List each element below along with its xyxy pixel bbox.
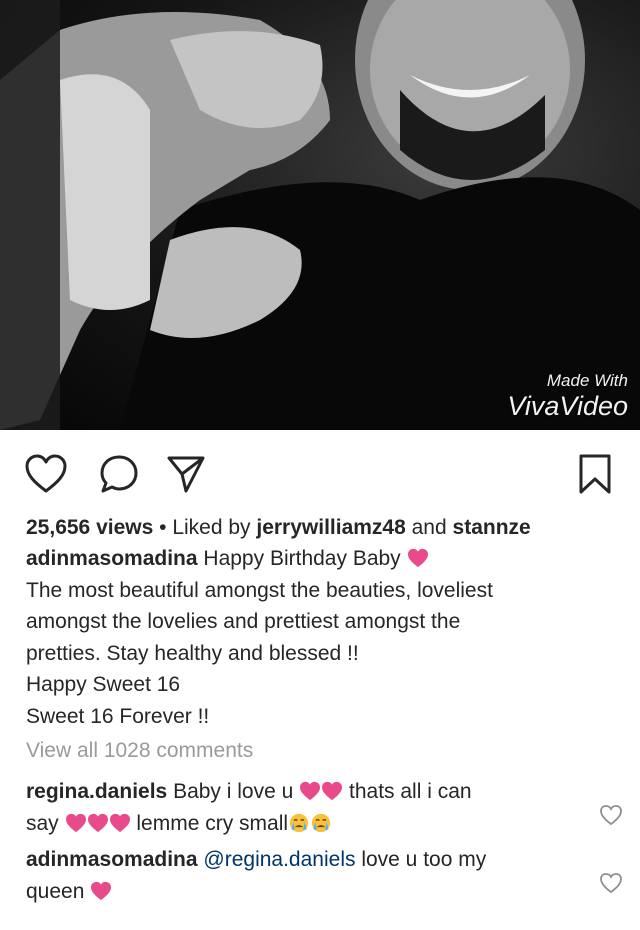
watermark-large-text: VivaVideo xyxy=(507,391,628,421)
liked-user-link[interactable]: jerrywilliamz48 xyxy=(256,516,405,539)
caption-line-5: Happy Sweet 16 xyxy=(26,673,181,696)
action-bar xyxy=(0,440,640,504)
caption-line-2: The most beautiful amongst the beauties,… xyxy=(26,578,493,602)
comment-username[interactable]: adinmasomadina xyxy=(26,848,198,871)
author-username[interactable]: adinmasomadina xyxy=(26,547,198,570)
liked-other-link[interactable]: stannze xyxy=(453,516,531,539)
liked-by-prefix: Liked by xyxy=(172,516,257,539)
comment-item: regina.daniels Baby i love u thats all i… xyxy=(26,776,622,840)
share-button[interactable] xyxy=(164,452,208,496)
view-all-comments-link[interactable]: View all 1028 comments xyxy=(26,736,616,766)
pink-heart-icon xyxy=(407,548,428,568)
pink-heart-icon xyxy=(65,813,86,833)
crying-face-icon xyxy=(289,813,309,833)
pink-heart-icon xyxy=(109,813,130,833)
save-button[interactable] xyxy=(573,452,617,496)
viva-video-watermark: Made With VivaVideo xyxy=(507,372,628,420)
caption: adinmasomadina Happy Birthday Baby The m… xyxy=(26,543,616,732)
post-content: 25,656 views • Liked by jerrywilliamz48 … xyxy=(26,513,622,908)
caption-text-1: Happy Birthday Baby xyxy=(203,547,401,570)
pink-heart-icon xyxy=(300,781,321,801)
comment-username[interactable]: regina.daniels xyxy=(26,780,167,803)
bookmark-icon xyxy=(579,454,611,494)
separator: • xyxy=(153,516,173,539)
caption-line-4: pretties. Stay healthy and blessed !! xyxy=(26,641,359,665)
pink-heart-icon xyxy=(91,881,112,901)
comment-like-icon[interactable] xyxy=(599,804,623,826)
comment-like-icon[interactable] xyxy=(599,872,623,894)
comment-text-part-2: queen xyxy=(26,880,85,903)
caption-line-3: amongst the lovelies and prettiest among… xyxy=(26,610,461,633)
comment-button[interactable] xyxy=(97,452,141,496)
crying-face-icon xyxy=(311,813,331,833)
comment-text-part-4: lemme cry small xyxy=(136,812,289,835)
pink-heart-icon xyxy=(87,813,108,833)
speech-bubble-icon xyxy=(100,455,138,493)
comment-text-part-2: thats all i can xyxy=(349,780,472,803)
paper-plane-icon xyxy=(167,456,205,493)
caption-line-1: adinmasomadina Happy Birthday Baby xyxy=(26,543,616,575)
pink-heart-icon xyxy=(322,781,343,801)
post-media[interactable]: Made With VivaVideo xyxy=(0,0,640,430)
views-and-likes: 25,656 views • Liked by jerrywilliamz48 … xyxy=(26,513,616,543)
views-count[interactable]: 25,656 views xyxy=(26,516,153,539)
heart-outline-icon xyxy=(25,454,67,493)
comment-text-part-1: love u too my xyxy=(361,848,487,871)
caption-line-6: Sweet 16 Forever !! xyxy=(26,704,210,728)
comment-mention-link[interactable]: @regina.daniels xyxy=(203,848,355,871)
watermark-small-text: Made With xyxy=(546,371,628,390)
like-button[interactable] xyxy=(24,452,68,496)
comment-text-part-3: say xyxy=(26,812,59,835)
and-text: and xyxy=(405,516,453,539)
comment-item: adinmasomadina @regina.daniels love u to… xyxy=(26,844,622,908)
photo-illustration xyxy=(0,0,640,430)
comment-text-part-1: Baby i love u xyxy=(173,780,294,803)
